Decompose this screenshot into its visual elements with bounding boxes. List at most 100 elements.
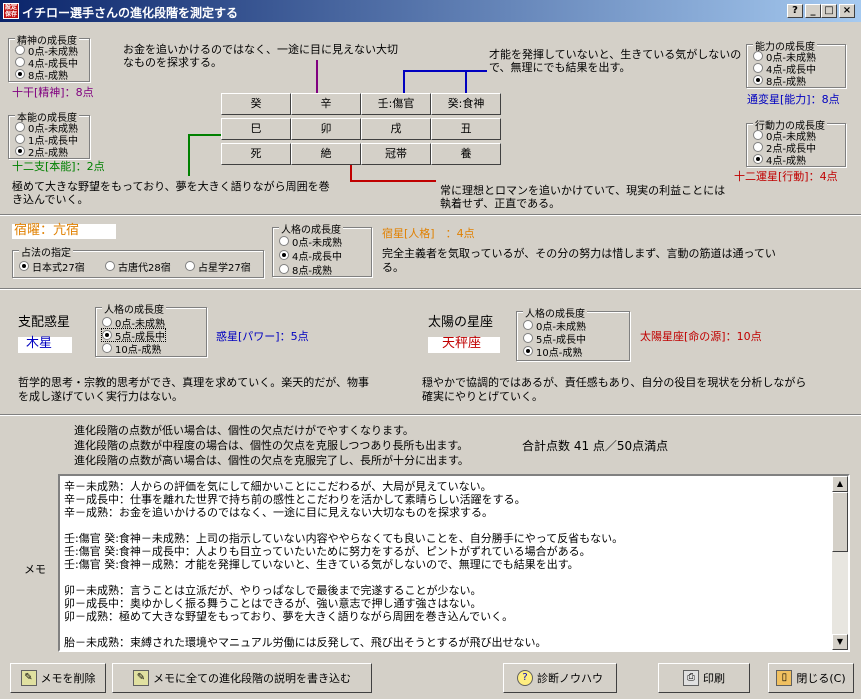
senpo-radio-0[interactable]: 日本式27宿 [19, 260, 85, 274]
connector-green-2 [188, 134, 190, 176]
honno-radio-2[interactable]: 2点-成熟 [15, 145, 68, 159]
grid-cell-2-0: 死 [221, 143, 291, 165]
radio-dot[interactable] [753, 154, 763, 164]
eraser-icon: ✎ [20, 670, 37, 686]
help-button[interactable]: ? [787, 4, 803, 18]
window-title: イチロー選手さんの進化段階を測定する [22, 6, 239, 20]
grid-cell-1-0: 巳 [221, 118, 291, 140]
memo-line: 辛－成熟：お金を追いかけるのではなく、一途に目に見えない大切なものを探求する。 [64, 506, 493, 519]
print-button[interactable]: ⎙ 印刷 [658, 663, 750, 693]
connector-purple [316, 60, 318, 93]
radio-dot[interactable] [102, 343, 112, 353]
radio-dot[interactable] [102, 330, 112, 340]
minimize-button[interactable]: _ [805, 4, 821, 18]
radio-dot[interactable] [753, 142, 763, 152]
radio-dot[interactable] [279, 264, 289, 274]
write-icon: ✎ [133, 670, 149, 686]
senpo-radio-1[interactable]: 古唐代28宿 [105, 260, 171, 274]
planet-radio-0[interactable]: 0点-未成熟 [102, 316, 165, 330]
close-button[interactable]: ▯ 閉じる(C) [768, 663, 854, 693]
kodo-radio-2[interactable]: 4点-成熟 [753, 153, 806, 167]
write-all-button[interactable]: ✎ メモに全ての進化段階の説明を書き込む [112, 663, 372, 693]
planet-label: 支配惑星 [18, 315, 71, 330]
sun-radio-0[interactable]: 0点-未成熟 [523, 319, 586, 333]
radio-dot[interactable] [523, 333, 533, 343]
help-icon: ? [517, 670, 533, 686]
planet-radio-1[interactable]: 5点-成長中 [101, 328, 166, 343]
senpo-group: 占法の指定 日本式27宿 古唐代28宿 占星学27宿 [12, 244, 264, 278]
delete-memo-button[interactable]: ✎ メモを削除 [10, 663, 106, 693]
button-label: 印刷 [703, 672, 725, 685]
sun-group: 人格の成長度 0点-未成熟 5点-成長中 10点-成熟 [516, 305, 630, 361]
radio-label: 8点-成熟 [292, 265, 332, 277]
radio-dot[interactable] [102, 317, 112, 327]
honno-result: 十二支[本能]：2点 [12, 160, 105, 173]
jinkaku-radio-0[interactable]: 0点-未成熟 [279, 235, 342, 249]
jinkaku-radio-2[interactable]: 8点-成熟 [279, 263, 332, 277]
radio-label: 4点-成長中 [292, 251, 342, 263]
app-icon[interactable]: 設定 保存 [3, 3, 19, 19]
radio-label: 古唐代28宿 [118, 262, 171, 274]
radio-dot[interactable] [15, 57, 25, 67]
kodo-group: 行動力の成長度 0点-未成熟 2点-成長中 4点-成熟 [746, 117, 846, 167]
shukusei-result: 宿星[人格] ：4点 [382, 227, 475, 240]
senpo-radio-2[interactable]: 占星学27宿 [185, 260, 251, 274]
radio-dot[interactable] [753, 51, 763, 61]
seishin-radio-2[interactable]: 8点-成熟 [15, 68, 68, 82]
radio-dot[interactable] [15, 122, 25, 132]
radio-dot[interactable] [15, 146, 25, 156]
sun-label: 太陽の星座 [428, 315, 494, 330]
radio-dot[interactable] [15, 134, 25, 144]
radio-dot[interactable] [279, 250, 289, 260]
radio-dot[interactable] [753, 130, 763, 140]
button-label: 診断ノウハウ [537, 672, 603, 685]
sun-radio-1[interactable]: 5点-成長中 [523, 332, 586, 346]
planet-name: 木星 [26, 336, 53, 351]
radio-dot[interactable] [523, 346, 533, 356]
planet-result: 惑星[パワー]：5点 [216, 330, 309, 343]
radio-dot[interactable] [523, 320, 533, 330]
radio-label: 10点-成熟 [536, 347, 583, 359]
radio-dot[interactable] [279, 236, 289, 246]
radio-dot[interactable] [185, 261, 195, 271]
radio-dot[interactable] [105, 261, 115, 271]
scroll-thumb[interactable] [832, 492, 848, 552]
shukusei-desc: 完全主義者を気取っているが、その分の努力は惜しまず、言動の筋道は通ってい る。 [382, 247, 776, 274]
radio-label: 10点-成熟 [115, 344, 162, 356]
connector-blue-4 [465, 70, 487, 72]
divider [0, 288, 861, 290]
annotation-top-left: お金を追いかけるのではなく、一途に目に見えない大切 なものを探求する。 [123, 43, 398, 69]
memo-textarea[interactable]: 辛－未成熟：人からの評価を気にして細かいことにこだわるが、大局が見えていない。 … [58, 474, 850, 652]
radio-label: 2点-成熟 [28, 147, 68, 159]
radio-label: 0点-未成熟 [292, 237, 342, 249]
memo-scrollbar[interactable]: ▲ ▼ [832, 476, 848, 650]
connector-red-2 [350, 180, 436, 182]
seishin-result: 十干[精神]：8点 [12, 86, 94, 99]
info-line-2: 進化段階の点数が高い場合は、個性の欠点を克服完了し、長所が十分に出ます。 [74, 454, 469, 467]
jinkaku-radio-1[interactable]: 4点-成長中 [279, 249, 342, 263]
button-label: メモを削除 [40, 672, 96, 685]
radio-dot[interactable] [15, 69, 25, 79]
radio-dot[interactable] [753, 75, 763, 85]
grid-cell-0-2: 壬:傷官 [361, 93, 431, 115]
radio-dot[interactable] [753, 63, 763, 73]
shukuyo-label: 宿曜：亢宿 [14, 223, 80, 238]
radio-label: 日本式27宿 [32, 262, 85, 274]
scroll-down-button[interactable]: ▼ [832, 634, 848, 650]
scroll-up-button[interactable]: ▲ [832, 476, 848, 492]
radio-dot[interactable] [19, 261, 29, 271]
seishin-group: 精神の成長度 0点-未成熟 4点-成長中 8点-成熟 [8, 32, 90, 82]
title-bar[interactable]: 設定 保存 イチロー選手さんの進化段階を測定する ? _ □ × [0, 0, 861, 22]
close-window-button[interactable]: × [839, 4, 855, 18]
annotation-top-right: 才能を発揮していないと、生きている気がしないの で、無理にでも結果を出す。 [489, 48, 742, 74]
maximize-button[interactable]: □ [821, 4, 837, 18]
grid-cell-0-0: 癸 [221, 93, 291, 115]
radio-dot[interactable] [15, 45, 25, 55]
knowhow-button[interactable]: ? 診断ノウハウ [503, 663, 617, 693]
button-label: 閉じる(C) [796, 672, 846, 685]
connector-blue-3 [465, 70, 467, 93]
grid-cell-1-1: 卯 [291, 118, 361, 140]
noryoku-radio-2[interactable]: 8点-成熟 [753, 74, 806, 88]
sun-radio-2[interactable]: 10点-成熟 [523, 345, 583, 359]
planet-radio-2[interactable]: 10点-成熟 [102, 342, 162, 356]
